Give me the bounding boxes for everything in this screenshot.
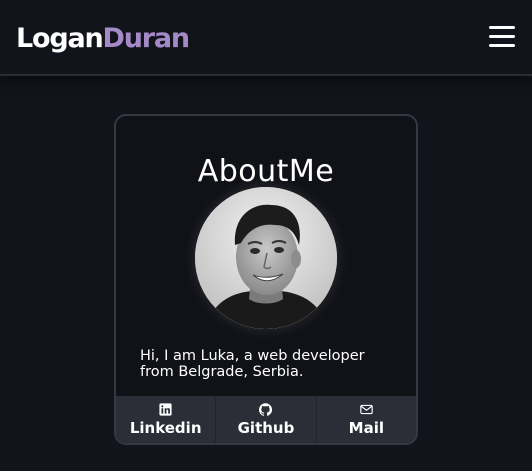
github-icon xyxy=(259,403,273,416)
about-me-card: AboutMe Hi, I am Luka, a web developer f… xyxy=(114,114,418,445)
site-logo[interactable]: LoganDuran xyxy=(16,22,191,56)
logo-first-name: Logan xyxy=(16,23,104,54)
github-link[interactable]: Github xyxy=(215,396,315,443)
avatar xyxy=(195,187,337,329)
mail-icon xyxy=(360,404,373,415)
mail-label: Mail xyxy=(348,419,384,437)
hamburger-menu-icon[interactable] xyxy=(489,24,515,50)
linkedin-icon xyxy=(159,403,172,416)
social-links-bar: Linkedin Github Mail xyxy=(116,396,416,443)
navbar: LoganDuran xyxy=(0,0,532,76)
linkedin-label: Linkedin xyxy=(129,419,202,437)
github-label: Github xyxy=(237,419,295,437)
profile-photo-icon xyxy=(195,187,337,329)
logo-last-name: Duran xyxy=(102,23,191,54)
linkedin-link[interactable]: Linkedin xyxy=(116,396,215,443)
bio-text: Hi, I am Luka, a web developer from Belg… xyxy=(140,348,365,380)
mail-link[interactable]: Mail xyxy=(315,396,416,443)
